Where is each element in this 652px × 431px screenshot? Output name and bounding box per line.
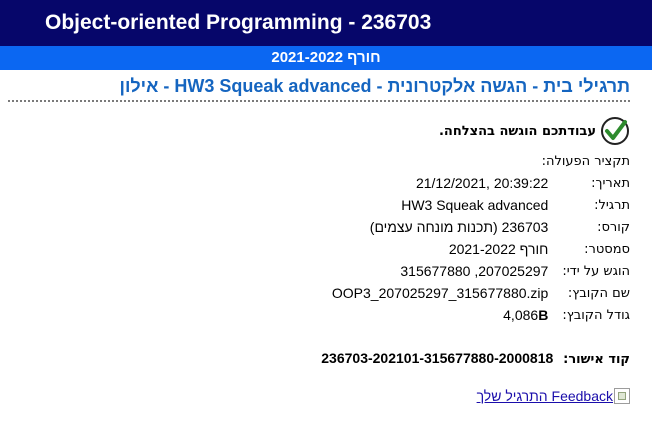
- detail-value: 207025297, 315677880: [400, 263, 549, 279]
- detail-key: תאריך:: [591, 175, 630, 191]
- detail-row-filesize: גודל הקובץ: 4,086B: [332, 304, 630, 326]
- detail-value: 236703 (תכנות מונחה עצמים): [369, 219, 549, 235]
- detail-key: הוגש על ידי:: [562, 263, 630, 279]
- detail-value: HW3 Squeak advanced: [401, 197, 549, 213]
- detail-row-exercise: תרגיל: HW3 Squeak advanced: [332, 194, 630, 216]
- detail-value: OOP3_207025297_315677880.zip: [331, 285, 549, 301]
- semester-bar: חורף 2021-2022: [0, 46, 652, 70]
- success-message: עבודתכם הוגשה בהצלחה.: [439, 116, 630, 146]
- detail-key: סמסטר:: [584, 241, 630, 257]
- detail-value: חורף 2021-2022: [448, 241, 549, 257]
- course-title: Object-oriented Programming - 236703: [45, 11, 432, 34]
- broken-image-icon: [614, 388, 630, 404]
- submission-details: תאריך: 20:39:22 ,21/12/2021 תרגיל: HW3 S…: [332, 172, 630, 326]
- course-header: Object-oriented Programming - 236703: [0, 0, 652, 46]
- feedback-link[interactable]: Feedback התרגיל שלך: [477, 388, 613, 404]
- detail-value: 4,086B: [332, 304, 548, 326]
- detail-row-course: קורס: 236703 (תכנות מונחה עצמים): [332, 216, 630, 238]
- file-size-number: 4,086: [503, 307, 539, 323]
- semester-label: חורף 2021-2022: [271, 49, 381, 66]
- approval-label: קוד אישור:: [563, 352, 630, 367]
- detail-row-filename: שם הקובץ: OOP3_207025297_315677880.zip: [332, 282, 630, 304]
- detail-row-submitted-by: הוגש על ידי: 207025297, 315677880: [332, 260, 630, 282]
- detail-row-date: תאריך: 20:39:22 ,21/12/2021: [332, 172, 630, 194]
- checkmark-icon: [601, 117, 629, 145]
- detail-key: קורס:: [597, 219, 630, 235]
- approval-code-row: קוד אישור: 236703-202101-315677880-20008…: [321, 350, 630, 367]
- divider: [8, 100, 630, 102]
- success-text: עבודתכם הוגשה בהצלחה.: [438, 123, 596, 139]
- file-size-unit: B: [538, 307, 549, 323]
- feedback-row: Feedback התרגיל שלך: [477, 388, 630, 404]
- detail-value: 20:39:22 ,21/12/2021: [415, 175, 549, 191]
- detail-row-semester: סמסטר: חורף 2021-2022: [332, 238, 630, 260]
- detail-key: גודל הקובץ:: [562, 307, 630, 323]
- detail-key: שם הקובץ:: [567, 285, 630, 301]
- detail-key: תרגיל:: [594, 197, 630, 213]
- assignment-title: תרגילי בית - הגשה אלקטרונית - HW3 Squeak…: [119, 76, 630, 96]
- summary-label: תקציר הפעולה:: [541, 154, 630, 169]
- approval-code: 236703-202101-315677880-2000818: [321, 350, 554, 366]
